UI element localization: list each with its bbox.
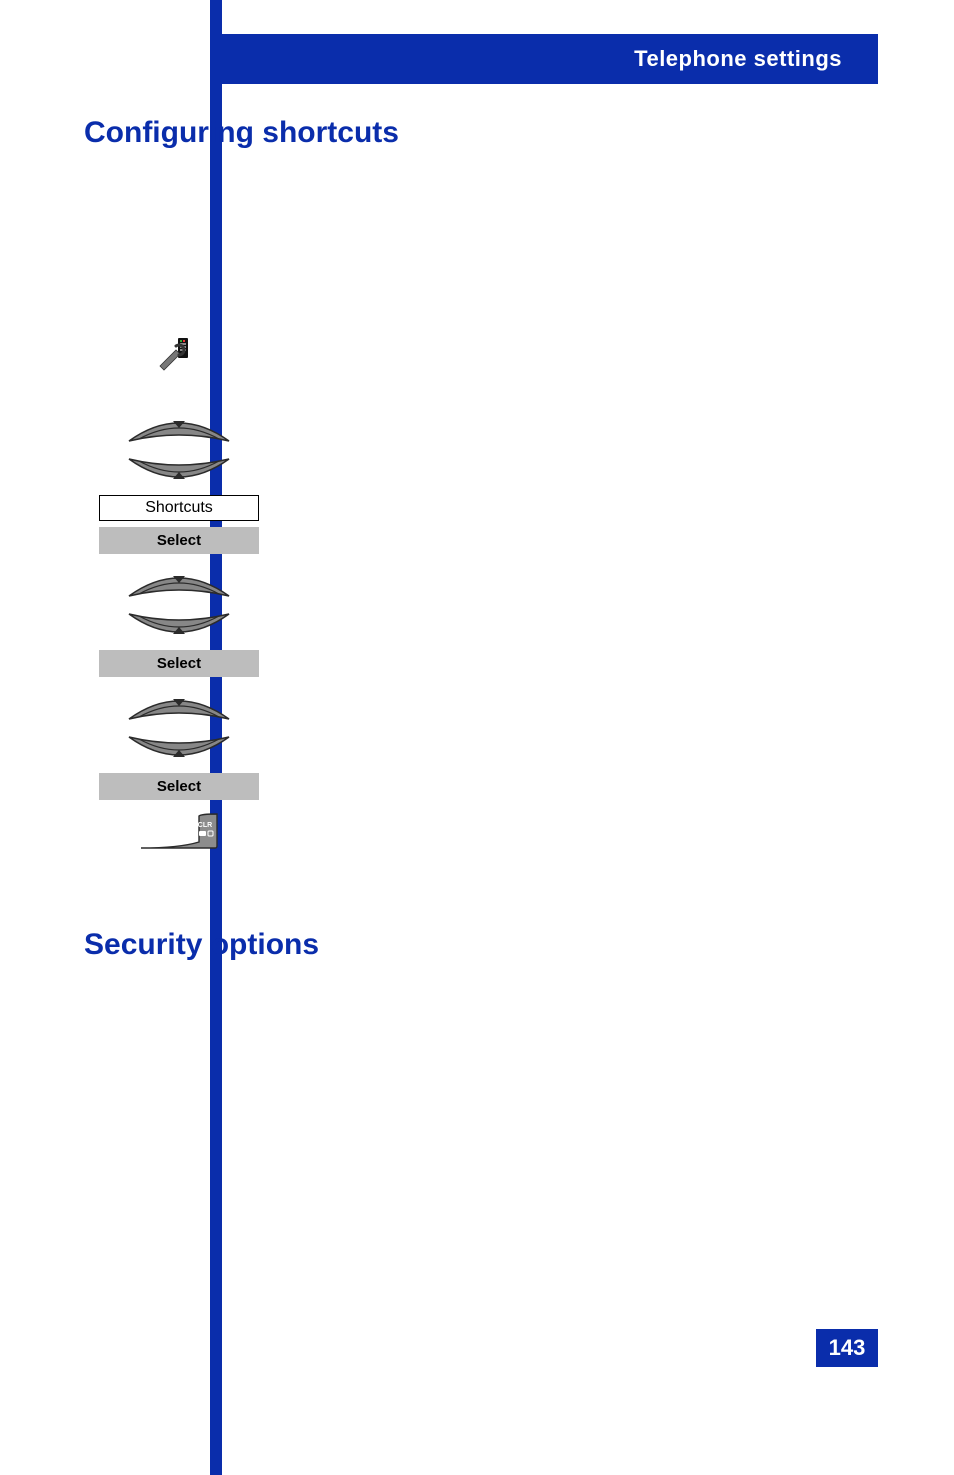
settings-icon	[156, 336, 192, 372]
step-block-2: Select	[84, 566, 274, 677]
display-readout-shortcuts: Shortcuts	[99, 495, 259, 521]
clr-key-icon: CLR	[139, 812, 219, 850]
softkey-select-1: Select	[99, 527, 259, 554]
softkey-select-2: Select	[99, 650, 259, 677]
nav-up-down-icon	[119, 689, 239, 767]
heading-configuring-shortcuts: Configuring shortcuts	[84, 116, 399, 150]
page-container: Telephone settings Configuring shortcuts	[0, 0, 954, 1475]
page-number-value: 143	[829, 1335, 866, 1361]
nav-up-down-icon	[119, 566, 239, 644]
heading-security-options: Security options	[84, 928, 319, 962]
clr-label: CLR	[198, 822, 212, 829]
section-header-bar: Telephone settings	[222, 34, 878, 84]
step-block-3: Select	[84, 689, 274, 800]
section-header-title: Telephone settings	[634, 46, 842, 72]
page-number: 143	[816, 1329, 878, 1367]
procedure-figure-column: Shortcuts Select Select	[84, 336, 274, 850]
step-block-1: Shortcuts Select	[84, 411, 274, 554]
softkey-select-3: Select	[99, 773, 259, 800]
nav-up-down-icon	[119, 411, 239, 489]
